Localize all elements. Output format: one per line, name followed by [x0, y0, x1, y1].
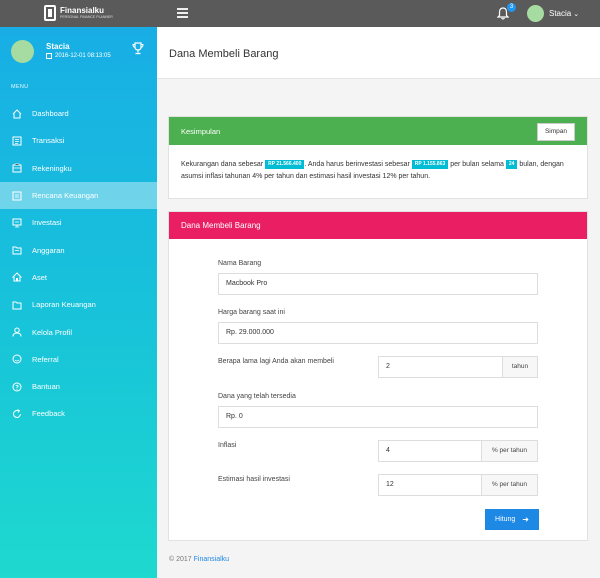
sidebar-menu: Dashboard Transaksi Rekeningku Rencana K… — [0, 100, 157, 428]
summary-text-part: per bulan selama — [450, 161, 504, 168]
smile-icon — [12, 354, 22, 364]
user-name: Stacia — [549, 9, 572, 18]
menu-toggle-icon[interactable] — [177, 8, 188, 18]
house-icon — [12, 272, 22, 282]
profile-date: 2016-12-01 08:13:05 — [46, 53, 111, 59]
sidebar-item-label: Dashboard — [32, 109, 69, 119]
calendar-icon — [46, 53, 52, 59]
sidebar-item-investasi[interactable]: Investasi — [0, 209, 157, 236]
inflation-suffix: % per tahun — [482, 440, 538, 462]
sidebar: Stacia 2016-12-01 08:13:05 MENU Dashboar… — [0, 27, 157, 578]
sidebar-item-label: Rencana Keuangan — [32, 191, 99, 201]
sidebar-item-dashboard[interactable]: Dashboard — [0, 100, 157, 127]
footer: © 2017 Finansialku — [169, 556, 229, 563]
sidebar-item-aset[interactable]: Aset — [0, 264, 157, 291]
top-navbar: Finansialku PERSONAL FINANCE PLANNER 3 S… — [0, 0, 600, 27]
funds-label: Dana yang telah tersedia — [218, 393, 296, 400]
brand-name: Finansialku — [60, 5, 105, 15]
sidebar-item-transaksi[interactable]: Transaksi — [0, 127, 157, 154]
sidebar-item-label: Aset — [32, 272, 48, 282]
help-icon — [12, 382, 22, 392]
sidebar-item-laporan-keuangan[interactable]: Laporan Keuangan — [0, 291, 157, 318]
footer-copyright: © 2017 — [169, 556, 192, 563]
footer-link[interactable]: Finansialku — [194, 556, 229, 563]
inflation-label: Inflasi — [218, 442, 237, 449]
shortfall-chip: RP 21.566.400 — [265, 159, 305, 169]
sidebar-item-label: Anggaran — [32, 245, 65, 255]
list-icon — [12, 136, 22, 146]
user-icon — [12, 327, 22, 337]
home-icon — [12, 108, 22, 119]
sidebar-item-anggaran[interactable]: Anggaran — [0, 236, 157, 263]
logo-icon — [44, 5, 56, 21]
item-name-label: Nama Barang — [218, 260, 262, 267]
form-title: Dana Membeli Barang — [181, 221, 261, 230]
trophy-icon[interactable] — [132, 42, 144, 55]
sidebar-item-label: Bantuan — [32, 382, 60, 392]
months-chip: 24 — [505, 159, 518, 169]
return-suffix: % per tahun — [482, 474, 538, 496]
years-label: Berapa lama lagi Anda akan membeli — [218, 358, 334, 365]
sidebar-item-label: Referral — [32, 354, 59, 364]
summary-text-part: . Anda harus berinvestasi sebesar — [304, 161, 410, 168]
page-title: Dana Membeli Barang — [169, 48, 279, 60]
sidebar-item-label: Investasi — [32, 218, 62, 228]
avatar — [527, 5, 544, 22]
price-label: Harga barang saat ini — [218, 309, 285, 316]
save-button[interactable]: Simpan — [537, 123, 575, 141]
brand-logo[interactable]: Finansialku PERSONAL FINANCE PLANNER — [44, 5, 113, 21]
funds-input[interactable]: Rp. 0 — [218, 406, 538, 428]
refresh-icon — [12, 409, 22, 419]
sidebar-item-referral[interactable]: Referral — [0, 346, 157, 373]
folder-icon — [12, 245, 22, 255]
user-menu[interactable]: Stacia ⌄ — [527, 5, 579, 22]
sidebar-item-label: Feedback — [32, 409, 65, 419]
sidebar-item-label: Laporan Keuangan — [32, 300, 96, 310]
summary-title: Kesimpulan — [181, 127, 221, 136]
sidebar-item-label: Kelola Profil — [32, 327, 73, 337]
menu-section-label: MENU — [11, 84, 29, 90]
brand-tagline: PERSONAL FINANCE PLANNER — [60, 14, 113, 19]
sidebar-item-kelola-profil[interactable]: Kelola Profil — [0, 318, 157, 345]
form-panel-header: Dana Membeli Barang — [169, 212, 587, 239]
sidebar-item-rencana-keuangan[interactable]: Rencana Keuangan — [0, 181, 157, 210]
monthly-investment-chip: RP 1.155.863 — [411, 159, 449, 169]
wallet-icon — [12, 163, 22, 173]
calculate-button[interactable]: Hitung ➜ — [485, 509, 539, 530]
sidebar-item-bantuan[interactable]: Bantuan — [0, 373, 157, 400]
sidebar-item-label: Rekeningku — [32, 163, 72, 173]
sidebar-item-feedback[interactable]: Feedback — [0, 400, 157, 427]
item-name-input[interactable]: Macbook Pro — [218, 273, 538, 295]
summary-text: Kekurangan dana sebesar RP 21.566.400. A… — [181, 159, 581, 183]
calculate-button-label: Hitung — [495, 516, 516, 523]
return-label: Estimasi hasil investasi — [218, 476, 290, 483]
notification-count-badge: 3 — [507, 3, 516, 12]
inflation-input[interactable]: 4 — [378, 440, 482, 462]
summary-panel-header: Kesimpulan Simpan — [169, 117, 587, 145]
profile-date-text: 2016-12-01 08:13:05 — [55, 53, 111, 59]
price-input[interactable]: Rp. 29.000.000 — [218, 322, 538, 344]
return-input[interactable]: 12 — [378, 474, 482, 496]
sidebar-item-rekeningku[interactable]: Rekeningku — [0, 155, 157, 182]
sidebar-item-label: Transaksi — [32, 136, 65, 146]
summary-panel: Kesimpulan Simpan Kekurangan dana sebesa… — [168, 116, 588, 199]
years-input[interactable]: 2 — [378, 356, 503, 378]
arrow-right-icon: ➜ — [522, 515, 529, 524]
profile-name: Stacia — [46, 42, 70, 51]
profile-avatar[interactable] — [11, 40, 34, 63]
plan-icon — [12, 191, 22, 201]
years-suffix: tahun — [503, 356, 538, 378]
sidebar-profile: Stacia 2016-12-01 08:13:05 — [0, 27, 157, 75]
report-icon — [12, 300, 22, 310]
summary-text-part: Kekurangan dana sebesar — [181, 161, 264, 168]
chevron-down-icon: ⌄ — [573, 10, 580, 18]
monitor-icon — [12, 218, 22, 228]
page-header: Dana Membeli Barang — [157, 27, 600, 79]
